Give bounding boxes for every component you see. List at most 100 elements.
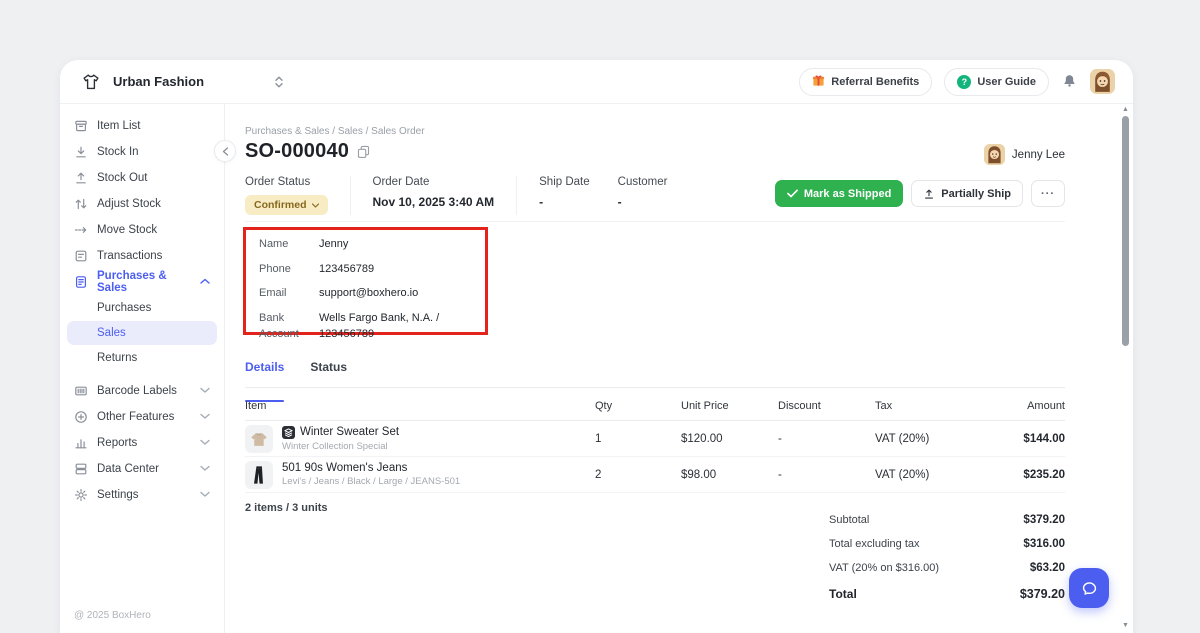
info-phone-value: 123456789: [319, 261, 374, 278]
workspace-switcher-icon[interactable]: [274, 75, 284, 89]
partially-ship-button[interactable]: Partially Ship: [911, 180, 1023, 207]
item-unit-price: $98.00: [681, 469, 778, 481]
table-row[interactable]: Winter Sweater Set Winter Collection Spe…: [245, 421, 1065, 457]
main-content: Purchases & Sales / Sales / Sales Order …: [225, 104, 1133, 633]
referral-benefits-button[interactable]: Referral Benefits: [799, 68, 932, 96]
tab-status[interactable]: Status: [310, 360, 347, 387]
order-status-dropdown[interactable]: Confirmed: [245, 195, 328, 215]
info-bank-label: Bank Account: [259, 310, 319, 343]
chevron-down-icon: [200, 463, 210, 475]
item-name: 501 90s Women's Jeans: [282, 462, 407, 474]
item-subtitle: Levi's / Jeans / Black / Large / JEANS-5…: [282, 476, 460, 487]
info-email-label: Email: [259, 285, 319, 302]
vat-label: VAT (20% on $316.00): [829, 562, 939, 574]
chevron-up-icon: [200, 276, 210, 288]
sidebar-item-stock-in[interactable]: Stock In: [60, 139, 224, 165]
chat-bubble-icon: [1080, 579, 1099, 598]
user-guide-button[interactable]: ? User Guide: [944, 68, 1049, 96]
sidebar-item-settings[interactable]: Settings: [60, 482, 224, 508]
sidebar-item-other-features[interactable]: Other Features: [60, 404, 224, 430]
sidebar-item-sales[interactable]: Sales: [67, 321, 217, 345]
upload-icon: [923, 188, 935, 200]
item-discount: -: [778, 469, 875, 481]
sidebar-item-adjust-stock[interactable]: Adjust Stock: [60, 191, 224, 217]
sidebar-item-purchases-sales[interactable]: Purchases & Sales: [60, 269, 224, 295]
user-avatar[interactable]: [1090, 69, 1115, 94]
more-options-button[interactable]: ···: [1031, 180, 1065, 207]
question-circle-icon: ?: [957, 75, 971, 89]
assignee-avatar: [984, 144, 1005, 165]
scroll-up-arrow-icon[interactable]: ▲: [1120, 106, 1131, 114]
items-table: Item Qty Unit Price Discount Tax Amount: [245, 392, 1065, 493]
dashed-arrow-right-icon: [74, 223, 88, 237]
sidebar-collapse-button[interactable]: [214, 140, 236, 162]
sidebar: Item List Stock In Stock Out Adjust Stoc…: [60, 104, 225, 633]
gear-icon: [74, 488, 88, 502]
workspace-name[interactable]: Urban Fashion: [113, 74, 204, 89]
arrow-down-to-line-icon: [74, 145, 88, 159]
topbar: Urban Fashion Referral Benefits ?: [60, 60, 1133, 104]
user-guide-label: User Guide: [977, 76, 1036, 88]
divider: [245, 221, 1065, 222]
order-meta: Order Status Confirmed Order Date Nov 10…: [245, 176, 690, 215]
copyright-text: @ 2025 BoxHero: [74, 610, 151, 621]
item-discount: -: [778, 433, 875, 445]
info-bank-value: Wells Fargo Bank, N.A. / 123456789: [319, 310, 474, 343]
item-tax: VAT (20%): [875, 433, 1010, 445]
tab-details[interactable]: Details: [245, 360, 284, 387]
customer-value: -: [618, 195, 668, 209]
archive-box-icon: [74, 119, 88, 133]
table-row[interactable]: 501 90s Women's Jeans Levi's / Jeans / B…: [245, 457, 1065, 493]
order-date-label: Order Date: [373, 176, 495, 188]
info-name-label: Name: [259, 236, 319, 253]
sidebar-item-move-stock[interactable]: Move Stock: [60, 217, 224, 243]
item-name: Winter Sweater Set: [300, 426, 399, 438]
sidebar-item-data-center[interactable]: Data Center: [60, 456, 224, 482]
bell-icon[interactable]: [1061, 73, 1078, 90]
ship-date-value: -: [539, 195, 590, 209]
total-excl-tax-label: Total excluding tax: [829, 538, 920, 550]
tshirt-logo-icon: [78, 69, 104, 95]
subtotal-value: $379.20: [1023, 514, 1065, 526]
vat-value: $63.20: [1030, 562, 1065, 574]
item-thumbnail-sweater: [245, 425, 273, 453]
info-email-value: support@boxhero.io: [319, 285, 418, 302]
barcode-icon: [74, 384, 88, 398]
customer-info-box: Name Jenny Phone 123456789 Email support…: [259, 236, 474, 351]
sidebar-item-item-list[interactable]: Item List: [60, 113, 224, 139]
database-icon: [74, 462, 88, 476]
chevron-down-icon: [200, 385, 210, 397]
check-icon: [787, 189, 798, 198]
chat-launcher-button[interactable]: [1069, 568, 1109, 608]
assignee[interactable]: Jenny Lee: [984, 144, 1065, 165]
bundle-icon: [282, 426, 295, 439]
info-name-value: Jenny: [319, 236, 348, 253]
plus-circle-icon: [74, 410, 88, 424]
total-value: $379.20: [1020, 587, 1065, 601]
subtotal-label: Subtotal: [829, 514, 869, 526]
total-excl-tax-value: $316.00: [1023, 538, 1065, 550]
sidebar-item-returns[interactable]: Returns: [60, 345, 224, 371]
scrollbar-thumb[interactable]: [1122, 116, 1129, 346]
sidebar-item-purchases[interactable]: Purchases: [60, 295, 224, 321]
item-subtitle: Winter Collection Special: [282, 441, 399, 452]
item-qty: 2: [595, 469, 681, 481]
scroll-down-arrow-icon[interactable]: ▼: [1120, 622, 1131, 630]
detail-tabs: Details Status: [245, 360, 1065, 388]
copy-icon[interactable]: [357, 145, 370, 158]
ship-date-label: Ship Date: [539, 176, 590, 188]
arrows-up-down-icon: [74, 197, 88, 211]
sidebar-item-transactions[interactable]: Transactions: [60, 243, 224, 269]
sidebar-item-stock-out[interactable]: Stock Out: [60, 165, 224, 191]
arrow-up-from-line-icon: [74, 171, 88, 185]
mark-as-shipped-button[interactable]: Mark as Shipped: [775, 180, 903, 207]
receipt-icon: [74, 275, 88, 289]
assignee-name: Jenny Lee: [1012, 149, 1065, 161]
referral-benefits-label: Referral Benefits: [831, 76, 919, 88]
breadcrumb[interactable]: Purchases & Sales / Sales / Sales Order: [245, 126, 425, 137]
sidebar-item-reports[interactable]: Reports: [60, 430, 224, 456]
sidebar-item-barcode-labels[interactable]: Barcode Labels: [60, 378, 224, 404]
chevron-down-icon: [200, 411, 210, 423]
item-amount: $235.20: [1010, 469, 1065, 481]
table-header: Item Qty Unit Price Discount Tax Amount: [245, 392, 1065, 421]
